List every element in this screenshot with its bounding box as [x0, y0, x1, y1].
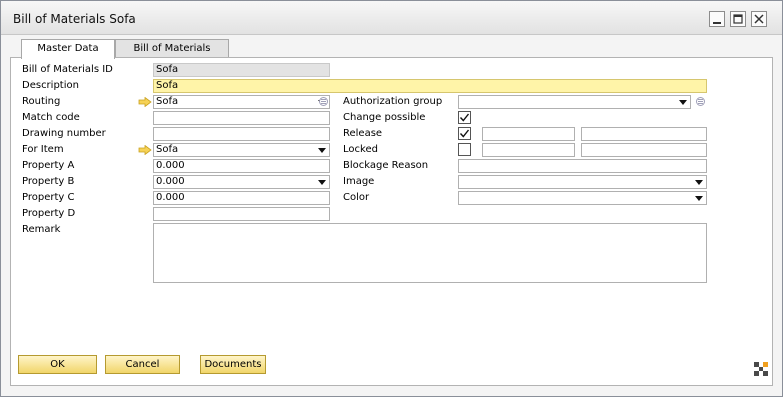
blockage-reason-label: Blockage Reason	[343, 160, 429, 171]
bom-id-label: Bill of Materials ID	[22, 64, 113, 75]
image-label: Image	[343, 176, 375, 187]
close-button[interactable]	[751, 11, 767, 27]
locked-label: Locked	[343, 144, 378, 155]
ok-button[interactable]: OK	[18, 355, 97, 374]
release-checkbox[interactable]	[458, 127, 471, 140]
documents-button[interactable]: Documents	[200, 355, 266, 374]
change-possible-checkbox[interactable]	[458, 111, 471, 124]
maximize-button[interactable]	[730, 11, 746, 27]
property-b-label: Property B	[22, 176, 75, 187]
release-label: Release	[343, 128, 383, 139]
chevron-down-icon	[695, 180, 703, 185]
chevron-down-icon	[695, 196, 703, 201]
chevron-down-icon	[318, 148, 326, 153]
change-possible-label: Change possible	[343, 112, 426, 123]
title-bar: Bill of Materials Sofa	[1, 1, 782, 35]
remark-textarea[interactable]	[153, 223, 707, 283]
property-a-label: Property A	[22, 160, 75, 171]
list-icon[interactable]	[319, 97, 328, 106]
property-d-label: Property D	[22, 208, 76, 219]
chevron-down-icon	[679, 100, 687, 105]
locked-from-date-field[interactable]	[482, 143, 575, 157]
color-select[interactable]	[458, 191, 707, 205]
color-label: Color	[343, 192, 370, 203]
bom-id-field: Sofa	[153, 63, 330, 77]
property-c-label: Property C	[22, 192, 75, 203]
blockage-reason-field[interactable]	[458, 159, 707, 173]
routing-value: Sofa	[156, 96, 179, 107]
property-c-field[interactable]: 0.000	[153, 191, 330, 205]
window: Bill of Materials Sofa Master Data Bill …	[0, 0, 783, 397]
for-item-select[interactable]: Sofa	[153, 143, 330, 157]
sap-logo-icon	[754, 362, 768, 376]
locked-checkbox[interactable]	[458, 143, 471, 156]
for-item-label: For Item	[22, 144, 64, 155]
drawing-number-label: Drawing number	[22, 128, 106, 139]
routing-label: Routing	[22, 96, 61, 107]
image-select[interactable]	[458, 175, 707, 189]
property-b-value: 0.000	[156, 176, 185, 187]
property-a-field[interactable]: 0.000	[153, 159, 330, 173]
link-arrow-icon[interactable]	[138, 97, 152, 107]
property-b-select[interactable]: 0.000	[153, 175, 330, 189]
for-item-value: Sofa	[156, 144, 179, 155]
tab-bill-of-materials[interactable]: Bill of Materials	[115, 39, 229, 57]
routing-select[interactable]: Sofa	[153, 95, 330, 109]
minimize-button[interactable]	[709, 11, 725, 27]
checkmark-icon	[459, 129, 470, 138]
tab-master-data[interactable]: Master Data	[21, 39, 115, 59]
description-field[interactable]: Sofa	[153, 79, 707, 93]
property-d-field[interactable]	[153, 207, 330, 221]
minimize-icon	[713, 22, 721, 24]
chevron-down-icon	[318, 180, 326, 185]
release-to-date-field[interactable]	[581, 127, 707, 141]
checkmark-icon	[459, 113, 470, 122]
cancel-button[interactable]: Cancel	[105, 355, 180, 374]
window-title: Bill of Materials Sofa	[13, 12, 136, 26]
remark-label: Remark	[22, 224, 61, 235]
authorization-group-select[interactable]	[458, 95, 691, 109]
match-code-field[interactable]	[153, 111, 330, 125]
maximize-icon	[733, 14, 743, 24]
release-from-date-field[interactable]	[482, 127, 575, 141]
drawing-number-field[interactable]	[153, 127, 330, 141]
link-arrow-icon[interactable]	[138, 145, 152, 155]
description-label: Description	[22, 80, 79, 91]
close-icon	[754, 14, 764, 24]
list-icon[interactable]	[696, 97, 705, 106]
authorization-group-label: Authorization group	[343, 96, 443, 107]
match-code-label: Match code	[22, 112, 80, 123]
locked-to-date-field[interactable]	[581, 143, 707, 157]
